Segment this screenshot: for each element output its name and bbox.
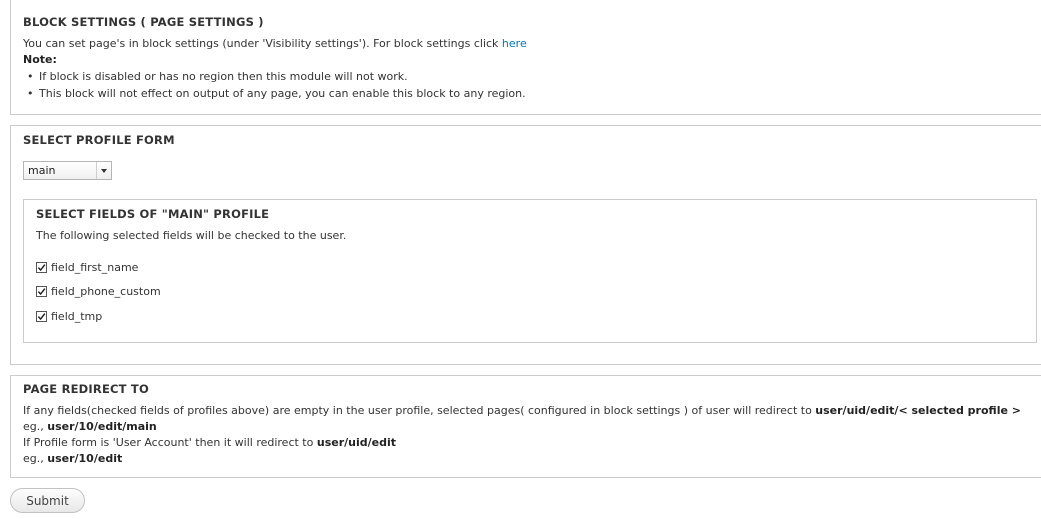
redirect-line-4: eg., user/10/edit bbox=[23, 452, 122, 465]
field-first-name-checkbox[interactable] bbox=[36, 261, 47, 273]
note-label-text: Note: bbox=[23, 53, 57, 66]
page-redirect-legend: PAGE REDIRECT TO bbox=[23, 382, 149, 396]
profile-form-fieldset: SELECT PROFILE FORM main SELECT FIELDS O… bbox=[10, 125, 1041, 365]
redirect-line-4-prefix: eg., bbox=[23, 452, 48, 465]
block-settings-intro-text: You can set page's in block settings (un… bbox=[23, 37, 502, 50]
profile-fields-fieldset: SELECT FIELDS OF "MAIN" PROFILE The foll… bbox=[23, 199, 1037, 343]
field-phone-custom-checkbox[interactable] bbox=[36, 285, 47, 297]
redirect-line-2-prefix: eg., bbox=[23, 420, 48, 433]
block-settings-intro: You can set page's in block settings (un… bbox=[23, 37, 527, 50]
field-checkbox-row: field_phone_custom bbox=[36, 284, 161, 298]
checkmark-icon bbox=[37, 312, 46, 320]
redirect-line-1: If any fields(checked fields of profiles… bbox=[23, 404, 1021, 417]
page-redirect-fieldset: PAGE REDIRECT TO If any fields(checked f… bbox=[10, 375, 1041, 478]
profile-form-legend: SELECT PROFILE FORM bbox=[23, 133, 175, 147]
field-checkbox-row: field_tmp bbox=[36, 309, 102, 323]
note-item: If block is disabled or has no region th… bbox=[23, 68, 526, 85]
checkmark-icon bbox=[37, 263, 46, 271]
block-settings-here-link[interactable]: here bbox=[502, 37, 527, 50]
submit-button[interactable]: Submit bbox=[10, 488, 85, 513]
redirect-line-3: If Profile form is 'User Account' then i… bbox=[23, 436, 396, 449]
note-label: Note: bbox=[23, 53, 57, 66]
redirect-line-3-text: If Profile form is 'User Account' then i… bbox=[23, 436, 317, 449]
profile-fields-legend: SELECT FIELDS OF "MAIN" PROFILE bbox=[36, 207, 270, 221]
block-settings-fieldset: BLOCK SETTINGS ( PAGE SETTINGS ) You can… bbox=[10, 0, 1041, 115]
redirect-line-2: eg., user/10/edit/main bbox=[23, 420, 157, 433]
notes-list: If block is disabled or has no region th… bbox=[23, 68, 526, 102]
field-phone-custom-label[interactable]: field_phone_custom bbox=[51, 285, 161, 298]
field-checkbox-row: field_first_name bbox=[36, 260, 138, 274]
redirect-line-2-path: user/10/edit/main bbox=[47, 420, 157, 433]
redirect-line-1-text: If any fields(checked fields of profiles… bbox=[23, 404, 816, 417]
redirect-line-1-path: user/uid/edit/< selected profile > bbox=[815, 404, 1021, 417]
checkmark-icon bbox=[37, 287, 46, 295]
field-tmp-label[interactable]: field_tmp bbox=[51, 310, 102, 323]
profile-form-select-value: main bbox=[28, 164, 56, 177]
field-tmp-checkbox[interactable] bbox=[36, 310, 47, 322]
profile-fields-description: The following selected fields will be ch… bbox=[36, 229, 347, 242]
field-first-name-label[interactable]: field_first_name bbox=[51, 261, 138, 274]
block-settings-legend: BLOCK SETTINGS ( PAGE SETTINGS ) bbox=[23, 15, 264, 29]
note-item: This block will not effect on output of … bbox=[23, 85, 526, 102]
redirect-line-4-path: user/10/edit bbox=[47, 452, 123, 465]
profile-form-select[interactable]: main bbox=[23, 161, 112, 180]
redirect-line-3-path: user/uid/edit bbox=[316, 436, 396, 449]
chevron-down-icon bbox=[96, 162, 111, 179]
